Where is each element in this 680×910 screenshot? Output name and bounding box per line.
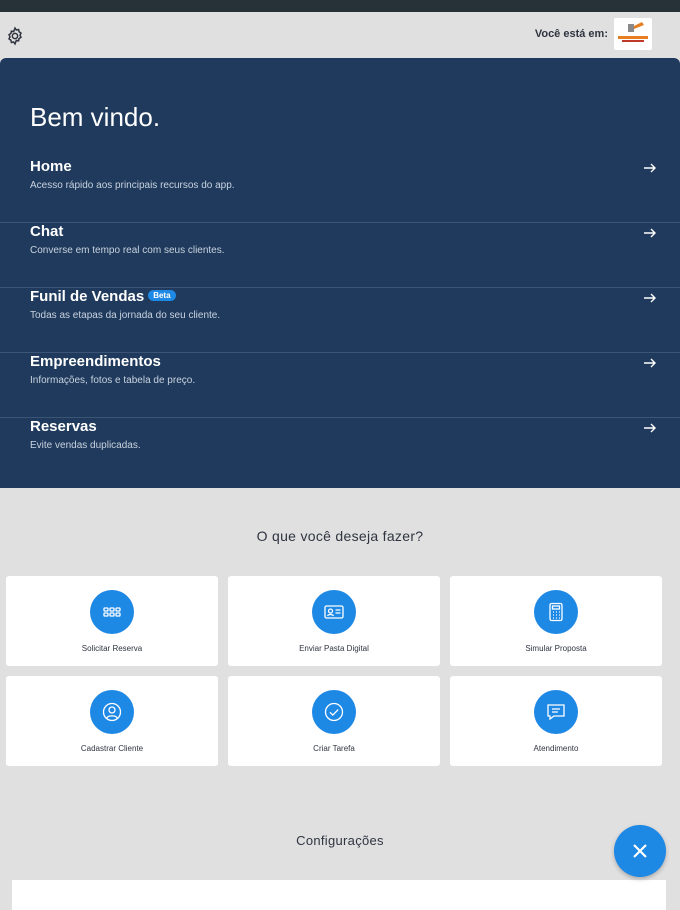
status-bar	[0, 0, 680, 12]
menu-item-subtitle: Acesso rápido aos principais recursos do…	[30, 180, 235, 191]
menu-item-empreendimentos[interactable]: Empreendimentos Informações, fotos e tab…	[0, 353, 680, 418]
check-icon	[312, 690, 356, 734]
action-label: Simular Proposta	[525, 644, 587, 653]
welcome-title: Bem vindo.	[30, 102, 161, 132]
menu-item-title: Chat	[30, 223, 64, 240]
action-atendimento[interactable]: Atendimento	[450, 676, 662, 766]
calculator-icon	[534, 590, 578, 634]
action-label: Atendimento	[533, 744, 579, 753]
menu-item-chat[interactable]: Chat Converse em tempo real com seus cli…	[0, 223, 680, 288]
id-card-icon	[312, 590, 356, 634]
chat-icon	[534, 690, 578, 734]
settings-card[interactable]	[12, 880, 666, 910]
top-bar: Você está em:	[0, 12, 680, 58]
action-label: Solicitar Reserva	[81, 644, 143, 653]
action-label: Cadastrar Cliente	[80, 744, 144, 753]
settings-title: Configurações	[296, 833, 384, 848]
arrow-right-icon	[642, 420, 658, 436]
arrow-right-icon	[642, 355, 658, 371]
action-label: Enviar Pasta Digital	[299, 644, 369, 653]
action-cadastrar-cliente[interactable]: Cadastrar Cliente	[6, 676, 218, 766]
menu-item-title-text: Funil de Vendas	[30, 288, 145, 305]
menu-item-home[interactable]: Home Acesso rápido aos principais recurs…	[0, 158, 680, 223]
menu-item-title: Reservas	[30, 418, 97, 435]
arrow-right-icon	[642, 225, 658, 241]
gear-icon[interactable]	[5, 26, 25, 46]
actions-section: O que você deseja fazer? Solicitar Reser…	[0, 488, 680, 910]
location-label: Você está em:	[534, 28, 608, 40]
menu-item-title: Funil de Vendas Beta	[30, 288, 176, 305]
actions-title: O que você deseja fazer?	[256, 528, 424, 544]
menu-item-subtitle: Evite vendas duplicadas.	[30, 440, 141, 451]
welcome-panel: Bem vindo. Home Acesso rápido aos princi…	[0, 58, 680, 488]
menu-item-funil-de-vendas[interactable]: Funil de Vendas Beta Todas as etapas da j…	[0, 288, 680, 353]
menu-item-title: Empreendimentos	[30, 353, 161, 370]
action-criar-tarefa[interactable]: Criar Tarefa	[228, 676, 440, 766]
menu-item-reservas[interactable]: Reservas Evite vendas duplicadas.	[0, 418, 680, 483]
close-button[interactable]	[614, 825, 666, 877]
menu-item-subtitle: Converse em tempo real com seus clientes…	[30, 245, 225, 256]
menu-item-subtitle: Todas as etapas da jornada do seu client…	[30, 310, 221, 321]
user-icon	[90, 690, 134, 734]
menu-item-title: Home	[30, 158, 72, 175]
close-icon	[633, 844, 647, 858]
arrow-right-icon	[642, 290, 658, 306]
action-solicitar-reserva[interactable]: Solicitar Reserva	[6, 576, 218, 666]
action-enviar-pasta-digital[interactable]: Enviar Pasta Digital	[228, 576, 440, 666]
beta-badge: Beta	[148, 290, 176, 301]
company-logo[interactable]	[614, 18, 652, 50]
action-simular-proposta[interactable]: Simular Proposta	[450, 576, 662, 666]
action-label: Criar Tarefa	[313, 744, 355, 753]
arrow-right-icon	[642, 160, 658, 176]
menu-item-subtitle: Informações, fotos e tabela de preço.	[30, 375, 196, 386]
grid-icon	[90, 590, 134, 634]
